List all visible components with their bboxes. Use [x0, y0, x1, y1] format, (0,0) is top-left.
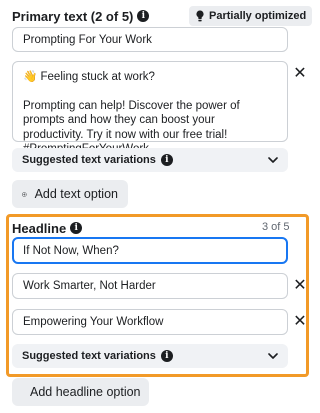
- close-icon[interactable]: ✕: [293, 314, 307, 330]
- optimization-status-badge: Partially optimized: [189, 6, 313, 26]
- lightbulb-icon: [196, 10, 204, 22]
- chevron-down-icon: [268, 157, 278, 163]
- badge-label: Partially optimized: [209, 10, 307, 22]
- info-icon[interactable]: i: [137, 10, 150, 22]
- info-icon[interactable]: i: [160, 154, 173, 166]
- primary-text-input-1-value: Prompting For Your Work: [23, 33, 152, 46]
- headline-input-2-value: Work Smarter, Not Harder: [23, 280, 156, 292]
- headline-counter: 3 of 5: [262, 221, 290, 233]
- close-icon[interactable]: ✕: [293, 278, 307, 294]
- primary-text-title: Primary text (2 of 5): [12, 8, 134, 24]
- textarea-line-1: 👋 Feeling stuck at work?: [23, 71, 155, 83]
- headline-suggestions-dropdown[interactable]: Suggested text variations i: [12, 344, 288, 368]
- info-icon[interactable]: i: [70, 222, 83, 234]
- plus-circle-icon: [22, 191, 27, 197]
- primary-text-heading: Primary text (2 of 5) i: [12, 8, 150, 24]
- add-text-option-label: Add text option: [34, 187, 118, 201]
- primary-suggestions-dropdown[interactable]: Suggested text variations i: [12, 148, 288, 172]
- headline-input-1-value: If Not Now, When?: [23, 244, 119, 257]
- primary-text-textarea[interactable]: 👋 Feeling stuck at work? Prompting can h…: [12, 61, 288, 155]
- headline-heading: Headline i: [12, 220, 83, 236]
- add-headline-option-button[interactable]: Add headline option: [12, 378, 149, 406]
- primary-suggestions-label: Suggested text variations: [22, 154, 156, 166]
- chevron-down-icon: [268, 353, 278, 359]
- close-icon[interactable]: ✕: [293, 66, 307, 82]
- headline-input-3-value: Empowering Your Workflow: [23, 316, 164, 328]
- info-icon[interactable]: i: [160, 350, 173, 362]
- primary-text-input-1[interactable]: Prompting For Your Work: [12, 27, 288, 52]
- headline-input-1[interactable]: If Not Now, When?: [12, 237, 288, 264]
- add-headline-option-label: Add headline option: [30, 385, 141, 399]
- add-text-option-button[interactable]: Add text option: [12, 180, 128, 208]
- headline-input-3[interactable]: Empowering Your Workflow: [12, 309, 288, 335]
- headline-suggestions-label: Suggested text variations: [22, 350, 156, 362]
- headline-title: Headline: [12, 220, 67, 236]
- headline-input-2[interactable]: Work Smarter, Not Harder: [12, 273, 288, 299]
